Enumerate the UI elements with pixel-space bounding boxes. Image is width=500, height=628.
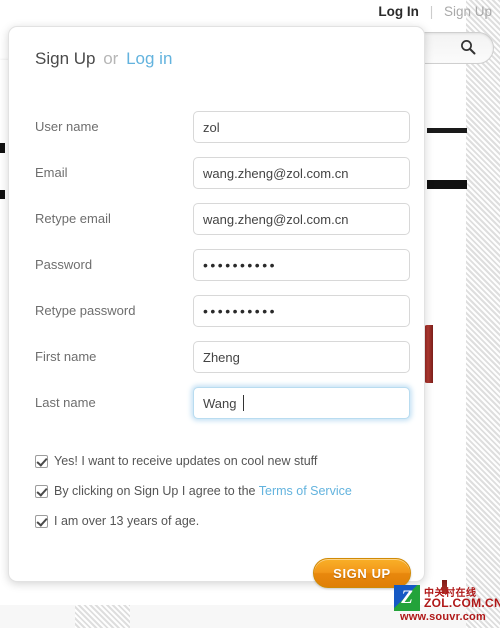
checkbox-row-terms[interactable]: By clicking on Sign Up I agree to the Te… (35, 484, 352, 504)
background-texture-bottom (75, 605, 130, 628)
password-input[interactable] (193, 249, 410, 281)
checkbox-terms[interactable] (35, 485, 48, 498)
label-last-name: Last name (35, 395, 96, 410)
form-row-first-name: First name (35, 341, 410, 375)
top-login-link[interactable]: Log In (378, 4, 419, 19)
background-red-tab (424, 325, 433, 383)
checkbox-terms-label: By clicking on Sign Up I agree to the (54, 484, 259, 498)
label-retype-email: Retype email (35, 211, 111, 226)
top-signup-link[interactable]: Sign Up (444, 4, 492, 19)
first-name-input[interactable] (193, 341, 410, 373)
background-black-mark-left-upper (0, 143, 5, 153)
label-retype-password: Retype password (35, 303, 136, 318)
zol-logo-letter: Z (401, 587, 413, 608)
checkbox-age[interactable] (35, 515, 48, 528)
label-password: Password (35, 257, 93, 272)
modal-header-signup: Sign Up (35, 49, 96, 68)
form-row-username: User name (35, 111, 410, 145)
retype-email-input[interactable] (193, 203, 410, 235)
form-row-last-name: Last name (35, 387, 410, 421)
modal-header: Sign Up or Log in (35, 48, 172, 70)
background-black-bar-top (427, 128, 467, 133)
email-input[interactable] (193, 157, 410, 189)
watermark-url-text: www.souvr.com (400, 611, 486, 623)
label-first-name: First name (35, 349, 97, 364)
label-username: User name (35, 119, 99, 134)
last-name-input[interactable] (193, 387, 410, 419)
username-input[interactable] (193, 111, 410, 143)
checkbox-row-updates[interactable]: Yes! I want to receive updates on cool n… (35, 454, 317, 474)
watermark-english-text: ZOL.COM.CN (424, 596, 500, 610)
checkbox-updates[interactable] (35, 455, 48, 468)
watermark: Z 中关村在线 ZOL.COM.CN www.souvr.com (394, 580, 500, 626)
top-auth-links: Log In | Sign Up (378, 2, 492, 22)
background-black-bar-right (427, 180, 467, 189)
modal-header-or: or (103, 49, 119, 68)
checkbox-row-age[interactable]: I am over 13 years of age. (35, 514, 199, 534)
signup-modal: Sign Up or Log in User name Email Retype… (8, 26, 425, 588)
checkbox-updates-label: Yes! I want to receive updates on cool n… (54, 454, 318, 468)
label-email: Email (35, 165, 68, 180)
text-caret (243, 395, 244, 411)
terms-of-service-link[interactable]: Terms of Service (259, 484, 352, 498)
modal-header-login-link[interactable]: Log in (126, 49, 172, 68)
retype-password-input[interactable] (193, 295, 410, 327)
form-row-retype-password: Retype password (35, 295, 410, 329)
form-row-password: Password (35, 249, 410, 283)
form-row-retype-email: Retype email (35, 203, 410, 237)
form-row-email: Email (35, 157, 410, 191)
checkbox-age-label: I am over 13 years of age. (54, 514, 200, 528)
top-link-divider: | (429, 4, 434, 19)
background-black-mark-left-lower (0, 190, 5, 199)
background-texture-right (466, 0, 500, 628)
search-icon[interactable] (460, 39, 476, 55)
